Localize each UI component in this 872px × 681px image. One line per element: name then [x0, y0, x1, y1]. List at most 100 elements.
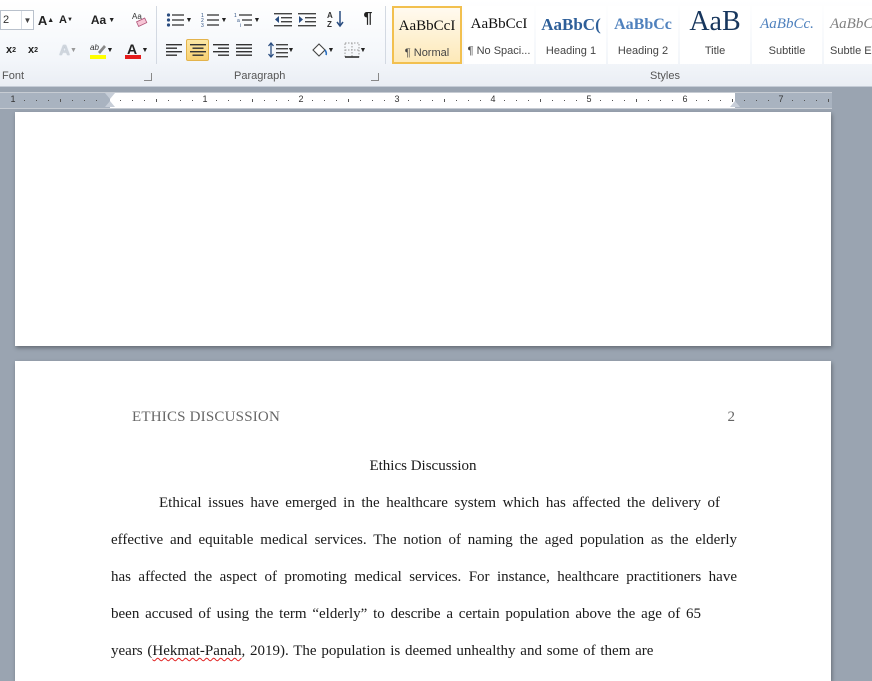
font-size-value: 2 — [3, 14, 10, 26]
ruler-dot — [552, 100, 553, 101]
superscript-button[interactable]: x2 — [24, 40, 42, 60]
line-spacing-icon — [267, 42, 288, 58]
style-name: ¶ Normal — [404, 47, 450, 59]
borders-button[interactable]: ▼ — [340, 40, 370, 60]
shrink-font-button[interactable]: A ▼ — [58, 10, 74, 30]
styles-group-label: Styles — [650, 70, 680, 82]
ruler-dot — [180, 100, 181, 101]
borders-icon — [344, 42, 360, 58]
ruler-tick — [348, 99, 349, 102]
first-line-indent-marker[interactable] — [105, 93, 115, 99]
document-page-2[interactable]: ETHICS DISCUSSION 2 Ethics Discussion Et… — [15, 361, 831, 681]
style-name: Title — [704, 45, 726, 57]
text-effects-button[interactable]: A ▼ — [55, 40, 81, 60]
ruler-dot — [144, 100, 145, 101]
style-subtitle[interactable]: AaBbCc. Subtitle — [752, 6, 822, 64]
style-no-spacing[interactable]: AaBbCcI ¶ No Spaci... — [464, 6, 534, 64]
ruler-dot — [660, 100, 661, 101]
ruler-number: 5 — [586, 94, 592, 104]
horizontal-ruler[interactable]: 1 1 2 3 4 5 6 7 — [0, 92, 832, 109]
justify-button[interactable] — [233, 40, 255, 60]
paragraph-line: has affected the aspect of promoting med… — [111, 569, 737, 585]
ruler-dot — [72, 100, 73, 101]
ruler-dot — [708, 100, 709, 101]
multilevel-list-button[interactable]: 1 a i ▼ — [232, 10, 262, 30]
highlighter-icon: ab — [89, 43, 106, 59]
font-dialog-launcher-icon[interactable] — [144, 73, 152, 81]
change-case-label: Aa — [90, 13, 107, 27]
decrease-indent-button[interactable] — [272, 10, 294, 30]
bullets-button[interactable]: ▼ — [164, 10, 194, 30]
ruler-dot — [312, 100, 313, 101]
document-title: Ethics Discussion — [369, 458, 477, 474]
style-sample: AaB — [689, 6, 741, 37]
clear-formatting-button[interactable]: Aa — [130, 9, 150, 29]
ruler-number: 3 — [394, 94, 400, 104]
style-heading-1[interactable]: AaBbC( Heading 1 — [536, 6, 606, 64]
svg-text:A: A — [127, 41, 137, 57]
ruler-number: 4 — [490, 94, 496, 104]
grow-font-button[interactable]: A ▲ — [37, 10, 55, 30]
style-sample: AaBbCc. — [760, 16, 814, 32]
shading-button[interactable]: ▼ — [307, 40, 337, 60]
align-right-button[interactable] — [210, 40, 232, 60]
ruler-dot — [96, 100, 97, 101]
hanging-indent-marker[interactable] — [105, 101, 115, 107]
right-indent-marker[interactable] — [730, 101, 740, 107]
font-color-icon: A — [124, 41, 141, 59]
style-sample: AaBbCcI — [398, 18, 456, 34]
page-number: 2 — [727, 409, 736, 425]
line-spacing-button[interactable]: ▼ — [266, 40, 296, 60]
ruler-dot — [600, 100, 601, 101]
ruler-dot — [240, 100, 241, 101]
highlight-button[interactable]: ab ▼ — [86, 40, 116, 60]
style-name: ¶ No Spaci... — [467, 45, 531, 57]
ruler-dot — [24, 100, 25, 101]
ruler-dot — [36, 100, 37, 101]
increase-indent-button[interactable] — [296, 10, 318, 30]
workspace-background — [832, 92, 872, 109]
ruler-dot — [612, 100, 613, 101]
ruler-dot — [420, 100, 421, 101]
ruler-dot — [324, 100, 325, 101]
paragraph-line: years (Hekmat-Panah, 2019). The populati… — [111, 643, 737, 660]
ruler-dot — [456, 100, 457, 101]
ruler-dot — [372, 100, 373, 101]
style-sample: AaBbCcI — [470, 16, 528, 32]
ruler-dot — [792, 100, 793, 101]
svg-text:i: i — [240, 23, 241, 28]
text-run: , 2019). The population is deemed unheal… — [241, 643, 654, 659]
text-effects-icon: A — [59, 41, 70, 59]
chevron-down-icon[interactable]: ▼ — [21, 11, 33, 29]
style-sample: AaBbC( — [541, 15, 601, 34]
paragraph-dialog-launcher-icon[interactable] — [371, 73, 379, 81]
paint-bucket-icon — [311, 43, 327, 57]
align-center-button[interactable] — [186, 39, 209, 61]
paragraph-line: effective and equitable medical services… — [111, 532, 737, 548]
group-divider — [156, 6, 157, 64]
numbering-button[interactable]: 1 2 3 ▼ — [198, 10, 230, 30]
svg-text:Z: Z — [327, 20, 332, 28]
ruler-dot — [264, 100, 265, 101]
style-subtle-emphasis[interactable]: AaBbCc Subtle E — [824, 6, 872, 64]
ruler-dot — [384, 100, 385, 101]
font-size-combo[interactable]: 2 ▼ — [0, 10, 34, 30]
style-heading-2[interactable]: AaBbCc Heading 2 — [608, 6, 678, 64]
font-color-button[interactable]: A ▼ — [121, 40, 151, 60]
align-left-button[interactable] — [163, 40, 185, 60]
ruler-number: 1 — [202, 94, 208, 104]
ruler-dot — [768, 100, 769, 101]
subscript-button[interactable]: x2 — [2, 40, 20, 60]
show-formatting-button[interactable]: ¶ — [358, 9, 378, 29]
ruler-dot — [48, 100, 49, 101]
document-page-1[interactable] — [15, 112, 831, 346]
style-normal[interactable]: AaBbCcI ¶ Normal — [392, 6, 462, 64]
ruler-dot — [336, 100, 337, 101]
style-title[interactable]: AaB Title — [680, 6, 750, 64]
sort-button[interactable]: AZ — [326, 9, 346, 29]
change-case-button[interactable]: Aa ▼ — [88, 10, 118, 30]
bullet-list-icon — [166, 13, 184, 27]
ruler-dot — [804, 100, 805, 101]
spelling-error-word[interactable]: Hekmat-Panah — [152, 643, 241, 659]
style-sample: AaBbCc — [614, 16, 672, 33]
